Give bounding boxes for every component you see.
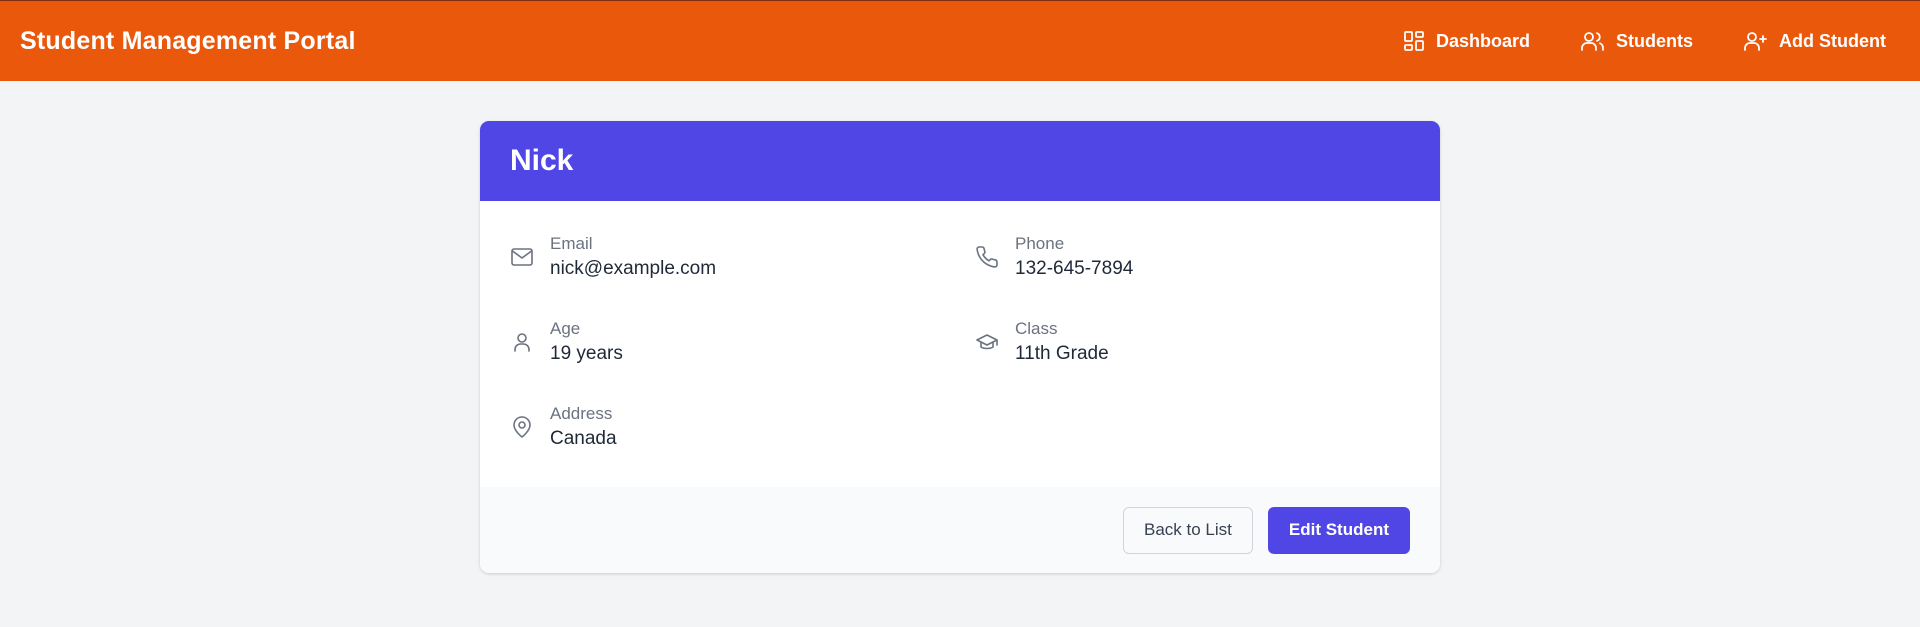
main-nav: Dashboard Students Add Student [1402, 29, 1900, 53]
top-navbar: Student Management Portal Dashboard Stud… [0, 0, 1920, 81]
map-pin-icon [513, 416, 531, 438]
user-icon [514, 333, 530, 352]
age-label: Age [550, 319, 581, 338]
phone-field: Phone 132-645-7894 [975, 233, 1133, 283]
card-header: Nick [480, 121, 1440, 201]
age-value: 19 years [550, 343, 623, 364]
address-value: Canada [550, 428, 617, 449]
class-field: Class 11th Grade [975, 318, 1109, 368]
phone-value: 132-645-7894 [1015, 258, 1134, 279]
class-label: Class [1015, 319, 1058, 338]
app-title: Student Management Portal [20, 26, 356, 55]
back-to-list-button[interactable]: Back to List [1123, 506, 1253, 554]
address-field: Address Canada [510, 403, 617, 453]
nav-add-student[interactable]: Add Student [1743, 29, 1886, 53]
nav-dashboard-label: Dashboard [1435, 30, 1530, 51]
nav-dashboard[interactable]: Dashboard [1402, 29, 1530, 53]
edit-student-button[interactable]: Edit Student [1267, 506, 1410, 554]
mail-icon [511, 248, 533, 266]
student-info: Email nick@example.com Phone 132-645-789… [480, 201, 1440, 487]
class-value: 11th Grade [1015, 343, 1109, 364]
phone-label: Phone [1015, 234, 1065, 253]
nav-students[interactable]: Students [1580, 29, 1693, 53]
user-plus-icon [1743, 29, 1769, 53]
graduation-cap-icon [976, 334, 998, 350]
student-detail-card: Nick Email nick@example.com Phone 132-64… [480, 121, 1440, 573]
email-field: Email nick@example.com [510, 233, 716, 283]
address-label: Address [550, 404, 613, 423]
age-field: Age 19 years [510, 318, 623, 368]
card-footer: Back to List Edit Student [480, 487, 1440, 573]
dashboard-icon [1402, 29, 1426, 53]
phone-icon [976, 246, 998, 268]
email-value: nick@example.com [550, 258, 717, 279]
student-name: Nick [510, 144, 574, 177]
users-icon [1580, 29, 1606, 53]
email-label: Email [550, 234, 593, 253]
nav-students-label: Students [1616, 30, 1694, 51]
nav-add-student-label: Add Student [1779, 30, 1886, 51]
